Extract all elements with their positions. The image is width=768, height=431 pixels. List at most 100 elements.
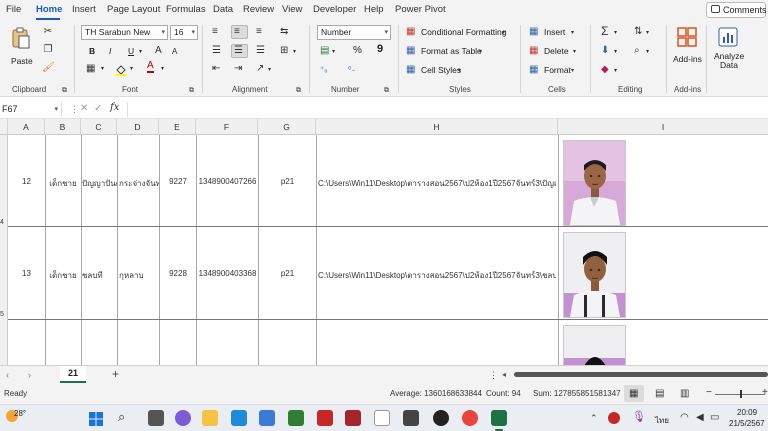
microphone-icon[interactable]: 🎙 xyxy=(632,411,646,423)
format-as-table-button[interactable]: Format as Table xyxy=(421,46,482,56)
status-sum[interactable]: Sum: 127855851581347 xyxy=(533,389,621,398)
weather-temperature[interactable]: 28° xyxy=(14,409,26,418)
horizontal-scrollbar[interactable] xyxy=(514,372,768,377)
column-header-h[interactable]: H xyxy=(316,119,558,135)
clipboard-launcher-icon[interactable]: ⧉ xyxy=(62,85,67,97)
select-all-corner[interactable] xyxy=(0,119,8,135)
start-button[interactable] xyxy=(89,412,103,426)
increase-decimal-icon[interactable]: ⁺₀ xyxy=(320,64,328,76)
comments-button[interactable]: Comments xyxy=(706,2,767,18)
chevron-down-icon[interactable]: ▾ xyxy=(571,65,574,77)
cell-class[interactable]: p21 xyxy=(259,269,316,278)
align-center-icon[interactable]: ☰ xyxy=(234,45,243,57)
access-icon[interactable] xyxy=(345,410,361,426)
column-header-c[interactable]: C xyxy=(81,119,117,135)
cell-photo-path[interactable]: C:\Users\Win11\Desktop\ตารางสอน2567\ป2ห้… xyxy=(318,269,556,282)
chevron-down-icon[interactable]: ▾ xyxy=(571,27,574,39)
language-indicator[interactable]: ไทย xyxy=(655,414,669,427)
add-sheet-button[interactable]: + xyxy=(112,367,119,381)
cell-first-name[interactable]: ชลบที xyxy=(82,269,117,282)
decrease-indent-icon[interactable]: ⇤ xyxy=(212,63,220,75)
clock-time[interactable]: 20:09 xyxy=(737,408,757,417)
insert-button[interactable]: Insert xyxy=(544,27,565,37)
chevron-down-icon[interactable]: ▾ xyxy=(130,63,133,75)
pdf-reader-icon[interactable] xyxy=(403,410,419,426)
borders-icon[interactable]: ▦ xyxy=(86,63,95,75)
merge-center-icon[interactable]: ⊞ xyxy=(280,45,288,57)
tab-developer[interactable]: Developer xyxy=(313,4,356,15)
cell-prefix[interactable]: เด็กชาย xyxy=(45,177,81,190)
font-name-dropdown[interactable]: TH Sarabun New ▾ xyxy=(81,25,168,40)
enter-icon[interactable]: ✓ xyxy=(94,103,102,115)
column-header-b[interactable]: B xyxy=(45,119,81,135)
tab-home[interactable]: Home xyxy=(36,4,62,15)
status-average[interactable]: Average: 1360168633844 xyxy=(390,389,482,398)
tab-insert[interactable]: Insert xyxy=(72,4,96,15)
tab-formulas[interactable]: Formulas xyxy=(166,4,206,15)
orientation-icon[interactable]: ↗ xyxy=(256,63,264,75)
row-header[interactable]: 5 xyxy=(0,311,8,318)
font-launcher-icon[interactable]: ⧉ xyxy=(189,85,194,97)
decrease-font-icon[interactable]: A xyxy=(172,46,177,58)
chevron-down-icon[interactable]: ▾ xyxy=(139,46,142,58)
more-options-icon[interactable]: ⋮ xyxy=(489,369,498,381)
cell-first-name[interactable]: ปัญญาปันต์ xyxy=(82,177,117,190)
number-launcher-icon[interactable]: ⧉ xyxy=(384,85,389,97)
increase-font-icon[interactable]: A xyxy=(155,45,162,57)
scroll-left-icon[interactable]: ◂ xyxy=(502,369,506,381)
zoom-in-icon[interactable]: + xyxy=(762,387,768,399)
app-icon[interactable] xyxy=(288,410,304,426)
tab-page-layout[interactable]: Page Layout xyxy=(107,4,160,15)
bold-button[interactable]: B xyxy=(89,46,95,56)
status-count[interactable]: Count: 94 xyxy=(486,389,521,398)
cut-icon[interactable]: ✂ xyxy=(42,26,54,38)
sort-filter-icon[interactable]: ⇅ xyxy=(634,26,642,38)
edge-icon[interactable] xyxy=(231,410,247,426)
chevron-down-icon[interactable]: ▾ xyxy=(614,65,617,77)
cell-last-name[interactable]: กระจ่างจันทร์ xyxy=(119,177,159,190)
copy-icon[interactable]: ❐ xyxy=(42,44,54,56)
tray-app-icon[interactable] xyxy=(608,412,620,424)
more-options-icon[interactable]: ⋮ xyxy=(70,103,79,115)
scroll-right-icon[interactable]: › xyxy=(28,369,31,381)
comma-style-button[interactable]: 9 xyxy=(377,43,383,55)
chevron-down-icon[interactable]: ▾ xyxy=(614,27,617,39)
column-header-d[interactable]: D xyxy=(117,119,159,135)
decrease-decimal-icon[interactable]: ⁰₋ xyxy=(348,64,355,76)
fill-icon[interactable]: ⬇ xyxy=(601,45,609,57)
student-photo[interactable] xyxy=(563,140,626,226)
worksheet-grid[interactable]: 12 เด็กชาย ปัญญาปันต์ กระจ่างจันทร์ 9227… xyxy=(8,135,768,365)
analyze-data-button[interactable] xyxy=(718,27,738,47)
find-select-icon[interactable]: ⌕ xyxy=(634,45,640,57)
cell-styles-button[interactable]: Cell Styles xyxy=(421,65,461,75)
font-size-dropdown[interactable]: 16 ▾ xyxy=(170,25,198,40)
excel-icon[interactable] xyxy=(491,410,507,426)
cancel-icon[interactable]: ✕ xyxy=(80,103,88,115)
conditional-formatting-button[interactable]: Conditional Formatting xyxy=(421,27,507,37)
scroll-left-icon[interactable]: ‹ xyxy=(6,369,9,381)
chevron-down-icon[interactable]: ▾ xyxy=(502,27,505,39)
analyze-data-label[interactable]: Analyze Data xyxy=(714,52,744,70)
cell-class[interactable]: p21 xyxy=(259,177,316,186)
chevron-down-icon[interactable]: ▾ xyxy=(161,63,164,75)
cell-national-id[interactable]: 1348900403368 xyxy=(197,269,258,278)
tab-power-pivot[interactable]: Power Pivot xyxy=(395,4,446,15)
clear-icon[interactable]: ◆ xyxy=(601,64,609,76)
align-top-icon[interactable]: ≡ xyxy=(212,26,218,38)
cell-student-id[interactable]: 9228 xyxy=(160,269,196,278)
chevron-down-icon[interactable]: ▾ xyxy=(646,46,649,58)
insert-function-button[interactable]: fx xyxy=(110,102,119,114)
alignment-launcher-icon[interactable]: ⧉ xyxy=(296,85,301,97)
tab-view[interactable]: View xyxy=(282,4,302,15)
column-header-g[interactable]: G xyxy=(258,119,316,135)
column-header-a[interactable]: A xyxy=(8,119,45,135)
filezilla-icon[interactable] xyxy=(317,410,333,426)
cell-photo-path[interactable]: C:\Users\Win11\Desktop\ตารางสอน2567\ป2ห้… xyxy=(318,177,556,190)
add-ins-label[interactable]: Add-ins xyxy=(673,54,702,64)
zoom-slider-thumb[interactable] xyxy=(740,390,742,398)
tab-file[interactable]: File xyxy=(6,4,21,15)
cell-national-id[interactable]: 1348900407266 xyxy=(197,177,258,186)
format-painter-icon[interactable]: 🖌 xyxy=(42,62,55,74)
chevron-down-icon[interactable]: ▾ xyxy=(614,46,617,58)
number-format-dropdown[interactable]: Number ▾ xyxy=(317,25,391,40)
